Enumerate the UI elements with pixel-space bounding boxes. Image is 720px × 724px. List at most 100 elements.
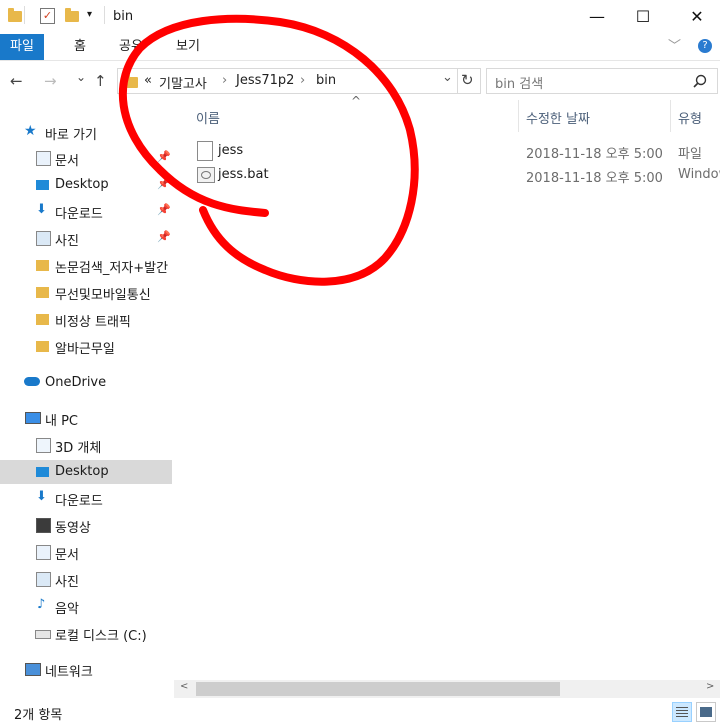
sort-indicator-icon: ^ — [351, 94, 362, 108]
sidebar-item-label: 사진 — [55, 234, 79, 249]
address-dropdown-button[interactable]: ⌄ — [442, 70, 453, 85]
drive-icon — [35, 630, 51, 639]
sidebar-item-this-pc[interactable]: 내 PC — [0, 406, 172, 430]
sidebar-item-label: 문서 — [55, 548, 79, 563]
sidebar-item-label: 음악 — [55, 602, 79, 617]
pin-icon[interactable]: 📌 — [157, 203, 171, 216]
sidebar-item-downloads-pc[interactable]: ⬇ 다운로드 — [0, 486, 172, 510]
network-icon — [25, 663, 41, 676]
tab-view[interactable]: 보기 — [164, 34, 212, 60]
breadcrumb-item[interactable]: bin — [316, 73, 336, 88]
star-icon: ★ — [24, 123, 37, 139]
desktop-icon — [36, 180, 49, 190]
sidebar-item-documents-pc[interactable]: 문서 — [0, 540, 172, 564]
breadcrumb-separator[interactable]: › — [222, 73, 227, 88]
file-date: 2018-11-18 오후 5:00 — [526, 147, 663, 162]
details-view-button[interactable] — [672, 702, 692, 722]
title-bar: ✓ ▾ bin — ☐ ✕ — [0, 0, 720, 34]
scroll-right-button[interactable]: > — [706, 681, 714, 692]
column-header-type[interactable]: 유형 — [678, 108, 702, 127]
divider — [24, 6, 25, 24]
download-icon: ⬇ — [36, 489, 47, 504]
sidebar-item-label: 알바근무일 — [55, 342, 115, 357]
sidebar-item-music[interactable]: ♪ 음악 — [0, 594, 172, 618]
breadcrumb-separator[interactable]: › — [300, 73, 305, 88]
large-icons-view-button[interactable] — [696, 702, 716, 722]
sidebar-item-label: 다운로드 — [55, 494, 103, 509]
tab-home[interactable]: 홈 — [62, 34, 98, 60]
sidebar-item-folder[interactable]: 비정상 트래픽 — [0, 307, 172, 331]
expand-ribbon-icon[interactable]: ﹀ — [668, 34, 681, 60]
minimize-button[interactable]: — — [574, 0, 620, 32]
sidebar-item-network[interactable]: 네트워크 — [0, 657, 172, 681]
window-title: bin — [113, 9, 134, 24]
search-input[interactable]: bin 검색 — [486, 68, 718, 94]
customize-toolbar-icon[interactable]: ▾ — [87, 9, 92, 20]
file-row[interactable]: jess 2018-11-18 오후 5:00 파일 — [174, 139, 720, 163]
file-date: 2018-11-18 오후 5:00 — [526, 171, 663, 186]
sidebar-item-label: 3D 개체 — [55, 441, 102, 456]
address-bar[interactable]: « 기말고사 › Jess71p2 › bin ⌄ ↻ — [117, 68, 481, 94]
close-button[interactable]: ✕ — [674, 0, 720, 32]
computer-icon — [25, 412, 41, 424]
divider — [457, 69, 458, 93]
folder-icon — [124, 74, 138, 88]
sidebar-item-desktop-pc[interactable]: Desktop — [0, 460, 172, 484]
sidebar-item-desktop[interactable]: Desktop 📌 — [0, 173, 172, 197]
breadcrumb-overflow[interactable]: « — [144, 73, 152, 88]
search-icon — [693, 74, 707, 88]
cube-icon — [36, 438, 51, 453]
breadcrumb-item[interactable]: 기말고사 — [159, 73, 207, 92]
sidebar-item-quick-access[interactable]: ★ 바로 가기 — [0, 120, 172, 144]
sidebar-item-label: 네트워크 — [45, 665, 93, 680]
horizontal-scrollbar[interactable]: < > — [174, 680, 720, 698]
maximize-button[interactable]: ☐ — [620, 0, 666, 32]
file-row[interactable]: jess.bat 2018-11-18 오후 5:00 Window — [174, 163, 720, 187]
pin-icon[interactable]: 📌 — [157, 150, 171, 163]
properties-icon[interactable]: ✓ — [40, 8, 55, 24]
sidebar-item-label: 비정상 트래픽 — [55, 315, 131, 330]
folder-icon — [36, 287, 49, 298]
divider[interactable] — [670, 100, 671, 132]
pictures-icon — [36, 231, 51, 246]
column-headers: ^ 이름 수정한 날짜 유형 — [174, 94, 720, 132]
sidebar-item-3d-objects[interactable]: 3D 개체 — [0, 433, 172, 457]
video-icon — [36, 518, 51, 533]
sidebar-item-folder[interactable]: 무선및모바일통신 — [0, 280, 172, 304]
sidebar-item-folder[interactable]: 알바근무일 — [0, 334, 172, 358]
file-icon — [197, 141, 213, 161]
tab-file[interactable]: 파일 — [0, 34, 44, 60]
folder-icon — [36, 341, 49, 352]
divider[interactable] — [518, 100, 519, 132]
pictures-icon — [36, 572, 51, 587]
batch-file-icon — [197, 167, 215, 183]
up-button[interactable]: ↑ — [94, 72, 107, 90]
breadcrumb-item[interactable]: Jess71p2 — [236, 73, 294, 88]
column-header-date[interactable]: 수정한 날짜 — [526, 108, 590, 127]
pin-icon[interactable]: 📌 — [157, 177, 171, 190]
scroll-left-button[interactable]: < — [180, 681, 188, 692]
sidebar-item-onedrive[interactable]: OneDrive — [0, 371, 172, 395]
refresh-button[interactable]: ↻ — [461, 71, 474, 89]
scrollbar-thumb[interactable] — [196, 682, 560, 696]
back-button[interactable]: ← — [10, 72, 23, 90]
recent-locations-button[interactable]: ⌄ — [76, 70, 86, 84]
sidebar-item-downloads[interactable]: ⬇ 다운로드 📌 — [0, 199, 172, 223]
sidebar-item-label: 내 PC — [45, 414, 79, 429]
forward-button[interactable]: → — [44, 72, 57, 90]
folder-icon — [36, 314, 49, 325]
download-icon: ⬇ — [36, 202, 47, 217]
sidebar-item-videos[interactable]: 동영상 — [0, 513, 172, 537]
file-type: 파일 — [678, 147, 702, 162]
tab-share[interactable]: 공유 — [107, 34, 155, 60]
sidebar-item-pictures-pc[interactable]: 사진 — [0, 567, 172, 591]
column-header-name[interactable]: 이름 — [196, 108, 220, 127]
sidebar-item-folder[interactable]: 논문검색_저자+발간 — [0, 253, 172, 277]
help-icon[interactable]: ? — [698, 39, 712, 53]
pin-icon[interactable]: 📌 — [157, 230, 171, 243]
sidebar-item-label: 동영상 — [55, 521, 91, 536]
sidebar-item-pictures[interactable]: 사진 📌 — [0, 226, 172, 250]
sidebar-item-label: 무선및모바일통신 — [55, 288, 151, 303]
sidebar-item-documents[interactable]: 문서 📌 — [0, 146, 172, 170]
sidebar-item-local-disk[interactable]: 로컬 디스크 (C:) — [0, 621, 172, 645]
